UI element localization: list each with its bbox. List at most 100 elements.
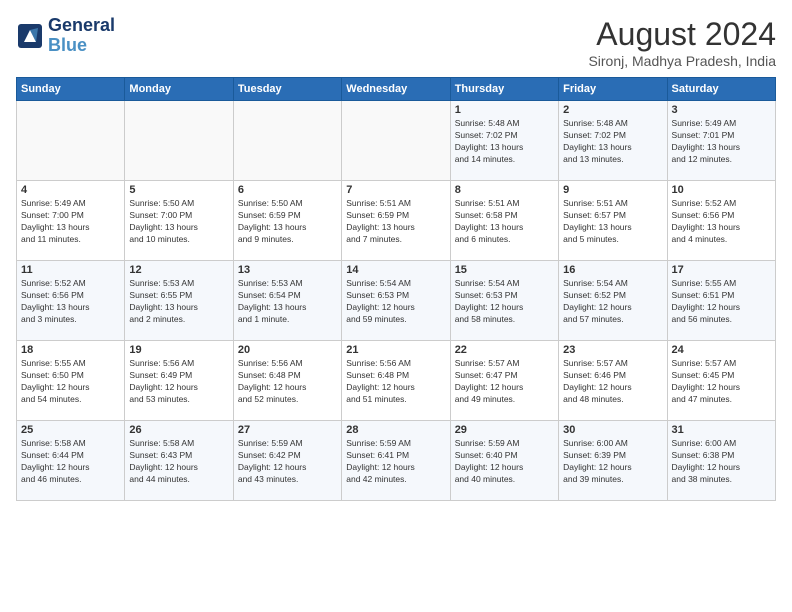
day-detail: Sunrise: 5:48 AM Sunset: 7:02 PM Dayligh…	[455, 118, 554, 166]
calendar-cell: 15Sunrise: 5:54 AM Sunset: 6:53 PM Dayli…	[450, 261, 558, 341]
day-header-friday: Friday	[559, 78, 667, 101]
day-number: 1	[455, 104, 554, 116]
day-detail: Sunrise: 5:57 AM Sunset: 6:46 PM Dayligh…	[563, 358, 662, 406]
logo-icon	[16, 22, 44, 50]
day-header-thursday: Thursday	[450, 78, 558, 101]
day-detail: Sunrise: 5:55 AM Sunset: 6:50 PM Dayligh…	[21, 358, 120, 406]
day-number: 19	[129, 344, 228, 356]
day-number: 5	[129, 184, 228, 196]
month-year: August 2024	[588, 16, 776, 53]
calendar-cell: 26Sunrise: 5:58 AM Sunset: 6:43 PM Dayli…	[125, 421, 233, 501]
day-detail: Sunrise: 5:59 AM Sunset: 6:40 PM Dayligh…	[455, 438, 554, 486]
day-number: 29	[455, 424, 554, 436]
calendar-cell: 23 Sunrise: 5:57 AM Sunset: 6:46 PM Dayli…	[559, 341, 667, 421]
day-number: 14	[346, 264, 445, 276]
calendar-cell: 29 Sunrise: 5:59 AM Sunset: 6:40 PM Dayli…	[450, 421, 558, 501]
location: Sironj, Madhya Pradesh, India	[588, 53, 776, 69]
day-detail: Sunrise: 5:51 AM Sunset: 6:59 PM Dayligh…	[346, 198, 445, 246]
day-number: 22	[455, 344, 554, 356]
calendar-cell: 25 Sunrise: 5:58 AM Sunset: 6:44 PM Dayli…	[17, 421, 125, 501]
title-area: August 2024 Sironj, Madhya Pradesh, Indi…	[588, 16, 776, 69]
calendar-cell: 11 Sunrise: 5:52 AM Sunset: 6:56 PM Dayli…	[17, 261, 125, 341]
day-number: 4	[21, 184, 120, 196]
day-header-saturday: Saturday	[667, 78, 775, 101]
calendar-cell: 24 Sunrise: 5:57 AM Sunset: 6:45 PM Dayli…	[667, 341, 775, 421]
calendar-cell: 22 Sunrise: 5:57 AM Sunset: 6:47 PM Dayli…	[450, 341, 558, 421]
day-number: 18	[21, 344, 120, 356]
calendar-cell	[17, 101, 125, 181]
day-detail: Sunrise: 5:49 AM Sunset: 7:00 PM Dayligh…	[21, 198, 120, 246]
calendar-cell: 30Sunrise: 6:00 AM Sunset: 6:39 PM Dayli…	[559, 421, 667, 501]
calendar-week-row: 11 Sunrise: 5:52 AM Sunset: 6:56 PM Dayli…	[17, 261, 776, 341]
calendar-week-row: 18 Sunrise: 5:55 AM Sunset: 6:50 PM Dayli…	[17, 341, 776, 421]
day-number: 25	[21, 424, 120, 436]
day-number: 20	[238, 344, 337, 356]
day-number: 27	[238, 424, 337, 436]
day-number: 7	[346, 184, 445, 196]
calendar-cell: 14 Sunrise: 5:54 AM Sunset: 6:53 PM Dayli…	[342, 261, 450, 341]
calendar-week-row: 1 Sunrise: 5:48 AM Sunset: 7:02 PM Daylig…	[17, 101, 776, 181]
calendar-cell: 10Sunrise: 5:52 AM Sunset: 6:56 PM Dayli…	[667, 181, 775, 261]
calendar-cell: 31 Sunrise: 6:00 AM Sunset: 6:38 PM Dayli…	[667, 421, 775, 501]
day-detail: Sunrise: 6:00 AM Sunset: 6:38 PM Dayligh…	[672, 438, 771, 486]
day-number: 13	[238, 264, 337, 276]
calendar-cell: 28Sunrise: 5:59 AM Sunset: 6:41 PM Dayli…	[342, 421, 450, 501]
day-detail: Sunrise: 5:51 AM Sunset: 6:57 PM Dayligh…	[563, 198, 662, 246]
day-detail: Sunrise: 5:49 AM Sunset: 7:01 PM Dayligh…	[672, 118, 771, 166]
logo-text: General Blue	[48, 16, 115, 56]
day-header-wednesday: Wednesday	[342, 78, 450, 101]
day-number: 26	[129, 424, 228, 436]
day-detail: Sunrise: 5:53 AM Sunset: 6:54 PM Dayligh…	[238, 278, 337, 326]
calendar-table: SundayMondayTuesdayWednesdayThursdayFrid…	[16, 77, 776, 501]
day-number: 8	[455, 184, 554, 196]
day-number: 11	[21, 264, 120, 276]
calendar-cell: 5 Sunrise: 5:50 AM Sunset: 7:00 PM Daylig…	[125, 181, 233, 261]
day-detail: Sunrise: 5:52 AM Sunset: 6:56 PM Dayligh…	[672, 198, 771, 246]
day-number: 21	[346, 344, 445, 356]
day-detail: Sunrise: 5:50 AM Sunset: 7:00 PM Dayligh…	[129, 198, 228, 246]
day-number: 6	[238, 184, 337, 196]
day-number: 31	[672, 424, 771, 436]
day-detail: Sunrise: 5:51 AM Sunset: 6:58 PM Dayligh…	[455, 198, 554, 246]
day-detail: Sunrise: 5:50 AM Sunset: 6:59 PM Dayligh…	[238, 198, 337, 246]
day-detail: Sunrise: 5:52 AM Sunset: 6:56 PM Dayligh…	[21, 278, 120, 326]
day-detail: Sunrise: 5:57 AM Sunset: 6:47 PM Dayligh…	[455, 358, 554, 406]
day-number: 17	[672, 264, 771, 276]
calendar-cell: 8 Sunrise: 5:51 AM Sunset: 6:58 PM Daylig…	[450, 181, 558, 261]
calendar-cell	[342, 101, 450, 181]
calendar-body: 1 Sunrise: 5:48 AM Sunset: 7:02 PM Daylig…	[17, 101, 776, 501]
day-number: 23	[563, 344, 662, 356]
day-number: 30	[563, 424, 662, 436]
calendar-cell: 2 Sunrise: 5:48 AM Sunset: 7:02 PM Daylig…	[559, 101, 667, 181]
day-number: 16	[563, 264, 662, 276]
day-detail: Sunrise: 5:53 AM Sunset: 6:55 PM Dayligh…	[129, 278, 228, 326]
calendar-cell: 7 Sunrise: 5:51 AM Sunset: 6:59 PM Daylig…	[342, 181, 450, 261]
day-number: 3	[672, 104, 771, 116]
day-detail: Sunrise: 5:59 AM Sunset: 6:42 PM Dayligh…	[238, 438, 337, 486]
day-detail: Sunrise: 5:58 AM Sunset: 6:44 PM Dayligh…	[21, 438, 120, 486]
calendar-cell: 1 Sunrise: 5:48 AM Sunset: 7:02 PM Daylig…	[450, 101, 558, 181]
calendar-week-row: 4 Sunrise: 5:49 AM Sunset: 7:00 PM Daylig…	[17, 181, 776, 261]
calendar-cell: 19Sunrise: 5:56 AM Sunset: 6:49 PM Dayli…	[125, 341, 233, 421]
calendar-cell: 12 Sunrise: 5:53 AM Sunset: 6:55 PM Dayli…	[125, 261, 233, 341]
day-detail: Sunrise: 5:57 AM Sunset: 6:45 PM Dayligh…	[672, 358, 771, 406]
calendar-cell: 18 Sunrise: 5:55 AM Sunset: 6:50 PM Dayli…	[17, 341, 125, 421]
day-number: 24	[672, 344, 771, 356]
header: General Blue August 2024 Sironj, Madhya …	[16, 16, 776, 69]
day-number: 12	[129, 264, 228, 276]
calendar-cell: 16 Sunrise: 5:54 AM Sunset: 6:52 PM Dayli…	[559, 261, 667, 341]
day-number: 28	[346, 424, 445, 436]
day-header-sunday: Sunday	[17, 78, 125, 101]
day-detail: Sunrise: 5:54 AM Sunset: 6:53 PM Dayligh…	[346, 278, 445, 326]
calendar-cell: 6 Sunrise: 5:50 AM Sunset: 6:59 PM Daylig…	[233, 181, 341, 261]
calendar-cell	[125, 101, 233, 181]
day-number: 9	[563, 184, 662, 196]
day-number: 15	[455, 264, 554, 276]
day-detail: Sunrise: 5:48 AM Sunset: 7:02 PM Dayligh…	[563, 118, 662, 166]
day-detail: Sunrise: 5:54 AM Sunset: 6:52 PM Dayligh…	[563, 278, 662, 326]
day-number: 2	[563, 104, 662, 116]
calendar-cell: 4 Sunrise: 5:49 AM Sunset: 7:00 PM Daylig…	[17, 181, 125, 261]
calendar-cell: 3 Sunrise: 5:49 AM Sunset: 7:01 PM Daylig…	[667, 101, 775, 181]
calendar-cell: 27 Sunrise: 5:59 AM Sunset: 6:42 PM Dayli…	[233, 421, 341, 501]
calendar-cell: 13 Sunrise: 5:53 AM Sunset: 6:54 PM Dayli…	[233, 261, 341, 341]
